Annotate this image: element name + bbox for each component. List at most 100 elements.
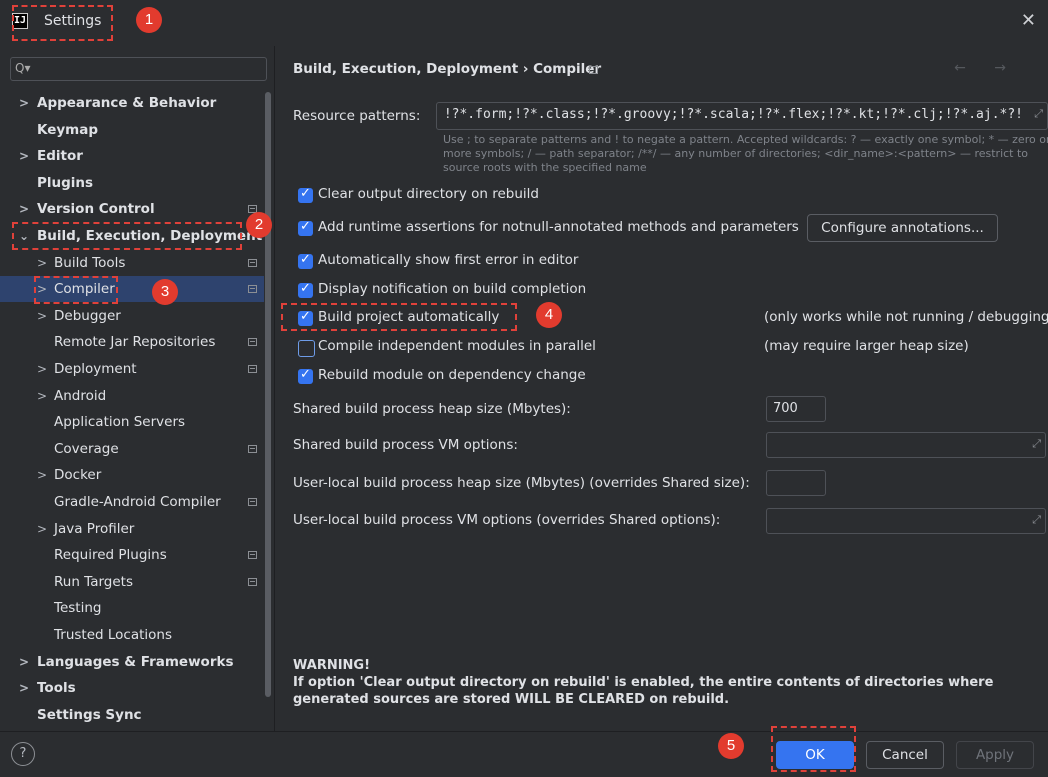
sidebar-item-label: Compiler <box>54 276 115 302</box>
option-checkbox[interactable] <box>298 254 313 269</box>
option-note: (may require larger heap size) <box>764 338 969 354</box>
chevron-right-icon[interactable]: > <box>37 356 47 382</box>
project-level-icon <box>589 66 598 74</box>
close-icon[interactable]: ✕ <box>1021 10 1036 31</box>
sidebar-item[interactable]: Remote Jar Repositories <box>0 329 264 355</box>
resource-patterns-label: Resource patterns: <box>293 108 420 124</box>
sidebar-item-label: Debugger <box>54 303 121 329</box>
sidebar-item[interactable]: Required Plugins <box>0 542 264 568</box>
expand-icon[interactable]: ⤢ <box>1032 437 1041 451</box>
sidebar-item[interactable]: > Compiler <box>0 276 264 302</box>
chevron-down-icon[interactable]: ⌄ <box>19 223 29 249</box>
search-input[interactable]: Q▾ <box>10 57 267 81</box>
sidebar-item[interactable]: Application Servers <box>0 409 264 435</box>
shared-vm-input[interactable]: ⤢ <box>766 432 1046 458</box>
chevron-right-icon[interactable]: > <box>37 250 47 276</box>
expand-icon[interactable]: ⤢ <box>1032 513 1041 527</box>
chevron-right-icon[interactable]: > <box>37 276 47 302</box>
sidebar-item[interactable]: Plugins <box>0 170 264 196</box>
option-label[interactable]: Display notification on build completion <box>318 281 586 297</box>
compiler-settings-panel: Build, Execution, Deployment › Compiler … <box>276 46 1048 731</box>
sidebar-item[interactable]: ⌄ Build, Execution, Deployment <box>0 223 264 249</box>
sidebar-item-label: Docker <box>54 462 101 488</box>
sidebar-item-label: Run Targets <box>54 569 133 595</box>
option-checkbox[interactable] <box>298 340 315 357</box>
option-label[interactable]: Build project automatically <box>318 309 499 325</box>
search-icon: Q▾ <box>15 61 30 75</box>
shared-heap-input[interactable]: 700 <box>766 396 826 422</box>
chevron-right-icon[interactable]: > <box>19 675 29 701</box>
sidebar-item[interactable]: Testing <box>0 595 264 621</box>
cancel-button[interactable]: Cancel <box>866 741 944 769</box>
option-label[interactable]: Compile independent modules in parallel <box>318 338 596 354</box>
sidebar-item-label: Keymap <box>37 117 98 143</box>
sidebar-item[interactable]: Trusted Locations <box>0 622 264 648</box>
option-label[interactable]: Automatically show first error in editor <box>318 252 578 268</box>
chevron-right-icon[interactable]: > <box>37 383 47 409</box>
sidebar-item-label: Required Plugins <box>54 542 167 568</box>
sidebar-item-label: Build Tools <box>54 250 125 276</box>
sidebar-item[interactable]: >Appearance & Behavior <box>0 90 264 116</box>
sidebar-item-label: Settings Sync <box>37 702 142 728</box>
chevron-right-icon[interactable]: > <box>37 303 47 329</box>
dialog-footer: ? OK Cancel Apply <box>0 731 1048 777</box>
sidebar-scrollbar[interactable] <box>265 92 271 697</box>
sidebar-item[interactable]: > Docker <box>0 462 264 488</box>
sidebar-item[interactable]: Run Targets <box>0 569 264 595</box>
ok-button[interactable]: OK <box>776 741 854 769</box>
sidebar-item-label: Coverage <box>54 436 119 462</box>
sidebar-item[interactable]: > Editor <box>0 143 264 169</box>
chevron-right-icon[interactable]: > <box>19 196 29 222</box>
option-checkbox[interactable] <box>298 188 313 203</box>
sidebar-item[interactable]: > Build Tools <box>0 250 264 276</box>
sidebar-item[interactable]: > Android <box>0 383 264 409</box>
resource-patterns-field[interactable]: !?*.java;!?*.form;!?*.class;!?*.groovy;!… <box>436 102 1048 130</box>
sidebar-item[interactable]: >Deployment <box>0 356 264 382</box>
chevron-right-icon[interactable]: > <box>19 649 29 675</box>
sidebar-item-label: Testing <box>54 595 101 621</box>
configure-annotations-button[interactable]: Configure annotations... <box>807 214 998 242</box>
chevron-right-icon[interactable]: > <box>19 90 29 116</box>
shared-heap-value: 700 <box>773 401 798 416</box>
option-checkbox[interactable] <box>298 283 313 298</box>
option-label[interactable]: Clear output directory on rebuild <box>318 186 539 202</box>
sidebar-item[interactable]: > Debugger <box>0 303 264 329</box>
sidebar-item[interactable]: > Languages & Frameworks <box>0 649 264 675</box>
sidebar-item[interactable]: Coverage <box>0 436 264 462</box>
sidebar-item[interactable]: Gradle-Android Compiler <box>0 489 264 515</box>
sidebar-item-label: Version Control <box>37 196 155 222</box>
sidebar-item[interactable]: >Java Profiler <box>0 516 264 542</box>
sidebar-item[interactable]: >Tools <box>0 675 264 701</box>
navigation-arrows-icon[interactable]: ← → <box>954 60 1018 76</box>
option-checkbox[interactable] <box>298 369 313 384</box>
project-level-icon <box>248 445 257 453</box>
option-checkbox[interactable] <box>298 311 313 326</box>
sidebar-item[interactable]: Settings Sync <box>0 702 264 728</box>
chevron-right-icon[interactable]: > <box>37 462 47 488</box>
project-level-icon <box>248 338 257 346</box>
local-heap-input[interactable] <box>766 470 826 496</box>
sidebar-item[interactable]: > Version Control <box>0 196 264 222</box>
option-label[interactable]: Rebuild module on dependency change <box>318 367 586 383</box>
apply-button[interactable]: Apply <box>956 741 1034 769</box>
sidebar-item-label: Remote Jar Repositories <box>54 329 215 355</box>
project-level-icon <box>248 551 257 559</box>
intellij-logo-icon: IJ <box>12 13 28 29</box>
shared-heap-label: Shared build process heap size (Mbytes): <box>293 401 571 417</box>
option-checkbox[interactable] <box>298 221 313 236</box>
warning-title: WARNING! <box>293 657 1033 674</box>
annotation-badge-2: 2 <box>246 212 272 238</box>
chevron-right-icon[interactable]: > <box>19 143 29 169</box>
option-label[interactable]: Add runtime assertions for notnull-annot… <box>318 219 799 235</box>
help-icon[interactable]: ? <box>11 742 35 766</box>
sidebar-item-label: Languages & Frameworks <box>37 649 234 675</box>
shared-vm-label: Shared build process VM options: <box>293 437 518 453</box>
chevron-right-icon[interactable]: > <box>37 516 47 542</box>
project-level-icon <box>248 578 257 586</box>
sidebar-item-label: Android <box>54 383 106 409</box>
expand-icon[interactable]: ⤢ <box>1034 107 1043 121</box>
sidebar-item-label: Editor <box>37 143 83 169</box>
sidebar-item-label: Build, Execution, Deployment <box>37 223 262 249</box>
local-vm-input[interactable]: ⤢ <box>766 508 1046 534</box>
sidebar-item[interactable]: Keymap <box>0 117 264 143</box>
